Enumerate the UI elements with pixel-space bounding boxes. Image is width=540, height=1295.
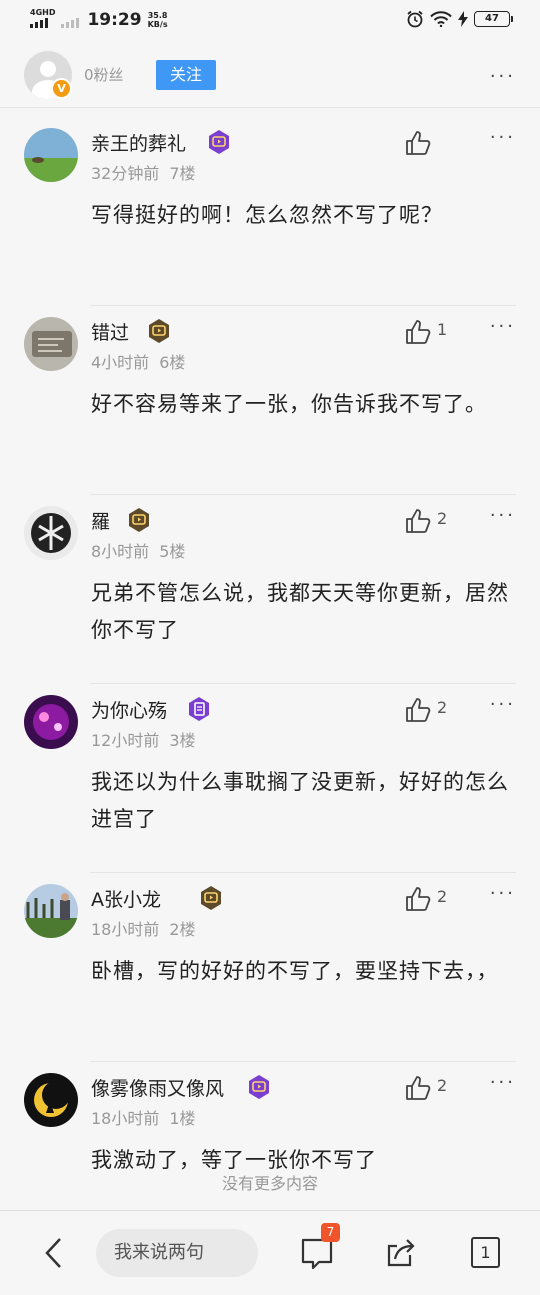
level-badge-icon: [147, 318, 171, 344]
comment-time: 4小时前: [91, 353, 150, 372]
commenter-name[interactable]: 像雾像雨又像风: [91, 1074, 224, 1101]
commenter-avatar[interactable]: [24, 506, 78, 560]
comment-more-icon[interactable]: ···: [490, 127, 516, 148]
commenter-avatar[interactable]: [24, 1073, 78, 1127]
comment-time: 18小时前: [91, 920, 160, 939]
comment-input[interactable]: 我来说两句: [96, 1229, 258, 1277]
comment-floor: 6楼: [159, 353, 186, 372]
comment-meta: 4小时前 6楼: [91, 349, 185, 373]
comment-item: 为你心殇 12小时前 3楼 2 ··· 我还以为什么事耽搁了没更新，好好的怎么进宫了: [0, 684, 540, 873]
signal-icon-secondary: [61, 18, 80, 28]
comment-meta: 18小时前 1楼: [91, 1105, 196, 1129]
share-icon[interactable]: [386, 1237, 418, 1269]
comment-floor: 1楼: [169, 1109, 196, 1128]
like-icon[interactable]: [404, 129, 432, 157]
comment-meta: 12小时前 3楼: [91, 727, 196, 751]
level-badge-icon: [127, 507, 151, 533]
level-badge-icon: [199, 885, 223, 911]
like-count: 1: [437, 320, 448, 339]
wifi-icon: [430, 11, 452, 27]
network-type: 4GHD: [30, 8, 56, 17]
verified-badge: V: [51, 78, 72, 99]
level-badge-icon: [187, 696, 211, 722]
like-icon[interactable]: [404, 696, 432, 724]
more-options-icon[interactable]: ···: [490, 66, 516, 87]
comment-text: 好不容易等来了一张，你告诉我不写了。: [91, 392, 487, 416]
commenter-avatar[interactable]: [24, 128, 78, 182]
like-icon[interactable]: [404, 507, 432, 535]
like-count: 2: [437, 887, 448, 906]
commenter-name[interactable]: A⁠张小龙: [91, 885, 161, 912]
commenter-avatar[interactable]: [24, 317, 78, 371]
back-icon[interactable]: [40, 1235, 68, 1271]
like-icon[interactable]: [404, 318, 432, 346]
clock: 19:29: [87, 10, 142, 30]
comment-item: 亲王的葬礼 32分钟前 7楼 ··· 写得挺好的啊！怎么忽然不写了呢？: [0, 117, 540, 306]
comment-item: 羅 8小时前 5楼 2 ··· 兄弟不管怎么说，我都天天等你更新，居然你不写了: [0, 495, 540, 684]
comment-more-icon[interactable]: ···: [490, 316, 516, 337]
comment-more-icon[interactable]: ···: [490, 694, 516, 715]
alarm-icon: [407, 10, 423, 28]
like-count: 2: [437, 1076, 448, 1095]
comment-time: 32分钟前: [91, 164, 160, 183]
comment-count-badge: 7: [321, 1223, 340, 1242]
comment-floor: 7楼: [169, 164, 196, 183]
commenter-name[interactable]: 羅: [91, 507, 110, 534]
like-count: 2: [437, 698, 448, 717]
like-icon[interactable]: [404, 1074, 432, 1102]
comment-text: 我还以为什么事耽搁了没更新，好好的怎么进宫了: [91, 770, 509, 831]
comment-meta: 18小时前 2楼: [91, 916, 196, 940]
comment-icon[interactable]: [300, 1237, 334, 1271]
author-header: V 0粉丝 关注 ···: [0, 42, 540, 108]
commenter-name[interactable]: 错过: [91, 318, 129, 345]
comment-item: A⁠张小龙 18小时前 2楼 2 ··· 卧槽，写的好好的不写了，要坚持下去，，: [0, 873, 540, 1062]
comment-more-icon[interactable]: ···: [490, 883, 516, 904]
comment-time: 12小时前: [91, 731, 160, 750]
charging-icon: [458, 11, 468, 27]
level-badge-icon: [247, 1074, 271, 1100]
level-badge-icon: [207, 129, 231, 155]
comment-more-icon[interactable]: ···: [490, 1072, 516, 1093]
comment-more-icon[interactable]: ···: [490, 505, 516, 526]
comment-meta: 32分钟前 7楼: [91, 160, 196, 184]
bottom-toolbar: 我来说两句 7 1: [0, 1210, 540, 1295]
comment-text: 卧槽，写的好好的不写了，要坚持下去，，: [91, 959, 499, 983]
comment-time: 8小时前: [91, 542, 150, 561]
follow-button[interactable]: 关注: [156, 60, 216, 90]
no-more-content: 没有更多内容: [221, 1174, 318, 1193]
commenter-avatar[interactable]: [24, 884, 78, 938]
status-bar: 4GHD 19:29 35.8 KB/s 47: [0, 0, 540, 42]
battery-icon: 47: [474, 11, 513, 27]
commenter-name[interactable]: 亲王的葬礼: [91, 129, 186, 156]
comment-floor: 2楼: [169, 920, 196, 939]
comment-floor: 3楼: [169, 731, 196, 750]
comment-item: 错过 4小时前 6楼 1 ··· 好不容易等来了一张，你告诉我不写了。: [0, 306, 540, 495]
commenter-name[interactable]: 为你心殇: [91, 696, 167, 723]
comment-floor: 5楼: [159, 542, 186, 561]
signal-icon: [30, 18, 55, 28]
comment-text: 兄弟不管怎么说，我都天天等你更新，居然你不写了: [91, 581, 509, 642]
network-speed: 35.8 KB/s: [147, 11, 168, 29]
comment-time: 18小时前: [91, 1109, 160, 1128]
comment-meta: 8小时前 5楼: [91, 538, 185, 562]
tab-count-button[interactable]: 1: [471, 1237, 500, 1268]
fans-count: 0粉丝: [84, 66, 124, 84]
comment-text: 写得挺好的啊！怎么忽然不写了呢？: [91, 203, 443, 227]
like-count: 2: [437, 509, 448, 528]
commenter-avatar[interactable]: [24, 695, 78, 749]
like-icon[interactable]: [404, 885, 432, 913]
